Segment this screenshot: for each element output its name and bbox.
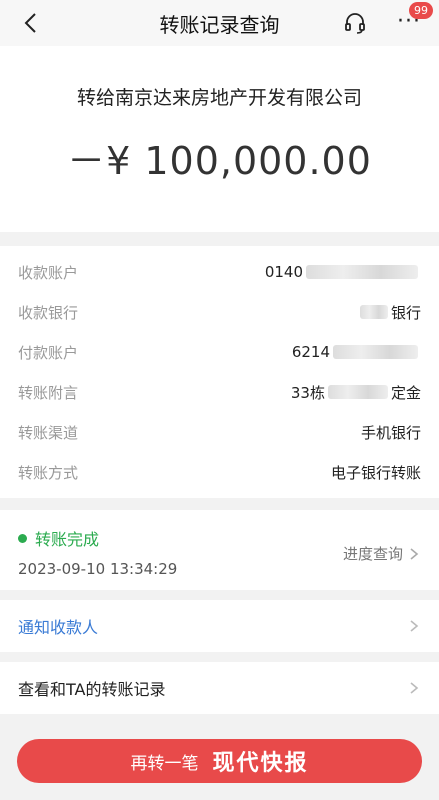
detail-row-payee-account: 收款账户 0140 bbox=[18, 252, 421, 292]
status-text: 转账完成 bbox=[35, 530, 100, 549]
amount-text: －¥ 100,000.00 bbox=[67, 139, 372, 183]
payee-text: 转给南京达来房地产开发有限公司 bbox=[76, 87, 362, 109]
chevron-right-icon bbox=[410, 547, 419, 560]
detail-row-channel: 转账渠道 手机银行 bbox=[18, 412, 421, 452]
detail-row-remark: 转账附言 33栋 定金 bbox=[18, 372, 421, 412]
detail-value-text: 33栋 bbox=[290, 383, 325, 402]
detail-label: 转账渠道 bbox=[18, 423, 79, 442]
detail-value: 银行 bbox=[357, 302, 421, 323]
status-dot-icon bbox=[18, 533, 27, 543]
nav-bar: 转账记录查询 ··· 99 bbox=[0, 0, 439, 46]
detail-value-text: 6214 bbox=[291, 343, 330, 361]
transfer-again-label: 再转一笔 bbox=[130, 753, 199, 774]
notify-payee-label: 通知收款人 bbox=[18, 618, 99, 637]
detail-label: 付款账户 bbox=[18, 343, 79, 362]
redacted-mask bbox=[333, 345, 418, 359]
detail-label: 转账方式 bbox=[18, 463, 79, 482]
notify-payee-row[interactable]: 通知收款人 bbox=[0, 600, 439, 652]
detail-value: 手机银行 bbox=[360, 423, 421, 442]
transfer-history-label: 查看和TA的转账记录 bbox=[18, 680, 166, 699]
page-title: 转账记录查询 bbox=[159, 12, 280, 37]
redacted-mask bbox=[327, 385, 388, 399]
detail-value-text: 0140 bbox=[264, 263, 303, 281]
detail-label: 收款账户 bbox=[18, 263, 79, 282]
detail-row-method: 转账方式 电子银行转账 bbox=[18, 452, 421, 492]
notification-badge: 99 bbox=[409, 2, 433, 19]
detail-label: 收款银行 bbox=[18, 303, 79, 322]
detail-value-text: 银行 bbox=[390, 303, 421, 322]
transfer-summary: 转给南京达来房地产开发有限公司 －¥ 100,000.00 bbox=[0, 46, 439, 232]
detail-row-payer-account: 付款账户 6214 bbox=[18, 332, 421, 372]
watermark-logo: 现代快报 bbox=[212, 750, 309, 776]
transfer-history-row[interactable]: 查看和TA的转账记录 bbox=[0, 662, 439, 714]
detail-value: 6214 bbox=[292, 343, 421, 361]
transfer-again-button[interactable]: 再转一笔 现代快报 bbox=[17, 739, 422, 783]
chevron-right-icon bbox=[410, 620, 419, 632]
chevron-left-icon[interactable] bbox=[18, 9, 46, 37]
redacted-mask bbox=[359, 305, 388, 319]
details-card: 收款账户 0140 收款银行 银行 付款账户 6214 转账附言 33栋 定金 … bbox=[0, 246, 439, 498]
status-card: 转账完成 2023-09-10 13:34:29 进度查询 bbox=[0, 510, 439, 590]
progress-query-label: 进度查询 bbox=[342, 545, 403, 563]
headset-icon[interactable] bbox=[343, 11, 367, 35]
detail-row-payee-bank: 收款银行 银行 bbox=[18, 292, 421, 332]
detail-value: 33栋 定金 bbox=[291, 382, 421, 403]
progress-query-link[interactable]: 进度查询 bbox=[343, 543, 421, 564]
detail-value: 电子银行转账 bbox=[330, 463, 421, 482]
detail-label: 转账附言 bbox=[18, 383, 79, 402]
detail-value-text: 定金 bbox=[390, 383, 421, 402]
chevron-right-icon bbox=[410, 682, 419, 694]
detail-value: 0140 bbox=[265, 263, 421, 281]
redacted-mask bbox=[306, 265, 418, 279]
